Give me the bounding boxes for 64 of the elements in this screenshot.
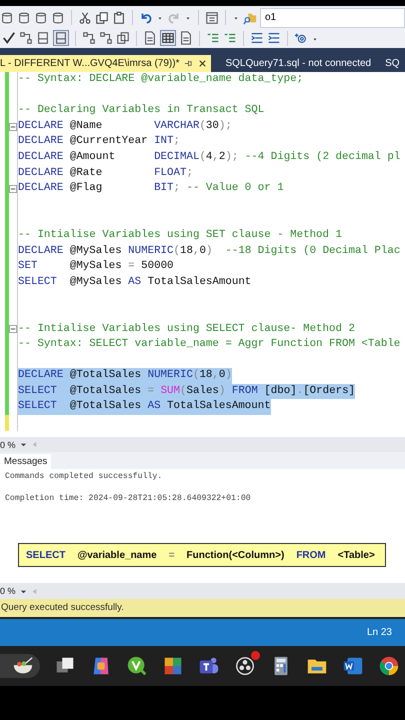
grid-icon[interactable] (160, 30, 176, 46)
code-line: -- Syntax: DECLARE @variable_name data_type; (18, 72, 304, 87)
code-line: -- Intialise Variables using SELECT clause- Method 2 (18, 322, 355, 336)
code-line: DECLARE @CurrentYear INT; (18, 134, 180, 150)
line-number: Ln 23 (366, 627, 392, 638)
undo-icon[interactable] (139, 10, 153, 24)
document-icon[interactable] (143, 31, 157, 45)
code-line: SELECT @MySales AS TotalSalesAmount (18, 274, 252, 290)
diagram-icon[interactable] (82, 31, 96, 45)
window-icon[interactable] (36, 31, 50, 45)
paste-icon[interactable] (112, 10, 126, 24)
list-icon[interactable] (223, 31, 237, 45)
code-line: DECLARE @MySales NUMERIC(18,0) --18 Digits (0 Decimal Plac (18, 244, 400, 259)
collapse-icon[interactable] (9, 122, 17, 131)
record-icon[interactable] (234, 655, 256, 677)
document-tab[interactable]: L - DIFFERENT W...GVQ4E\imrsa (79))* (0, 55, 212, 72)
list-icon[interactable] (206, 31, 220, 45)
code-line: -- Declaring Variables in Transact SQL (18, 103, 264, 118)
messages-tab[interactable]: Messages (0, 454, 52, 469)
indent-icon[interactable] (250, 31, 264, 45)
database-icon[interactable] (34, 10, 48, 24)
code-line: DECLARE @Rate FLOAT; (18, 166, 193, 181)
code-line: -- Intialise Variables using SET clause - Method 1 (18, 228, 342, 243)
database-icon[interactable] (0, 10, 14, 24)
message-text: Commands completed successfully. (5, 472, 162, 481)
indent-icon[interactable] (267, 31, 281, 45)
cut-icon[interactable] (78, 10, 92, 24)
database-icon[interactable] (17, 10, 31, 24)
code-line: DECLARE @Name VARCHAR(30); (18, 118, 232, 134)
code-line: DECLARE @Amount DECIMAL(4,2); --4 Digits (2 decimal pl (18, 150, 400, 165)
chrome-icon[interactable] (378, 655, 400, 677)
caret-icon[interactable] (20, 441, 27, 448)
zoom-dropdown[interactable]: 0 % (0, 586, 16, 596)
diagram-icon[interactable] (99, 31, 113, 45)
code-line: -- Syntax: SELECT variable_name = Aggr Function FROM <Table (18, 337, 400, 352)
panel-icon[interactable] (53, 30, 69, 46)
caret-icon[interactable] (20, 588, 27, 594)
code-line: SET @MySales = 50000 (18, 259, 174, 274)
widgets-button[interactable] (0, 654, 40, 678)
document-tab[interactable]: SQLQuery71.sql - not connected (225, 55, 372, 72)
folder-search-icon[interactable] (243, 10, 257, 24)
collapse-icon[interactable] (9, 184, 17, 193)
gear-icon[interactable] (294, 31, 308, 45)
check-icon[interactable] (2, 31, 16, 45)
search-field[interactable]: o1 (260, 8, 405, 28)
mosaic-icon[interactable] (162, 655, 184, 677)
copy-icon[interactable] (95, 10, 109, 24)
word-icon[interactable] (342, 655, 364, 677)
document-tab[interactable]: SQ (385, 55, 400, 72)
window-icon[interactable] (205, 10, 219, 24)
code-line: DECLARE @Flag BIT; -- Value 0 or 1 (18, 181, 284, 196)
syntax-callout: SELECT @variable_name = Function(<Column>) FROM <Table> (18, 543, 386, 567)
v-icon[interactable] (126, 655, 148, 677)
close-icon[interactable] (198, 59, 208, 68)
zoom-dropdown[interactable]: 0 % (0, 440, 16, 450)
message-text: Completion time: 2024-09-28T21:05:28.6409322+01:00 (5, 494, 251, 503)
document-icon[interactable] (179, 31, 193, 45)
collapse-icon[interactable] (9, 325, 17, 334)
notification-dot (251, 651, 260, 660)
pin-icon[interactable] (184, 59, 194, 68)
copy-icon[interactable] (116, 31, 130, 45)
database-icon[interactable] (51, 10, 65, 24)
diagram-icon[interactable] (19, 31, 33, 45)
query-status: Query executed successfully. (0, 599, 405, 617)
